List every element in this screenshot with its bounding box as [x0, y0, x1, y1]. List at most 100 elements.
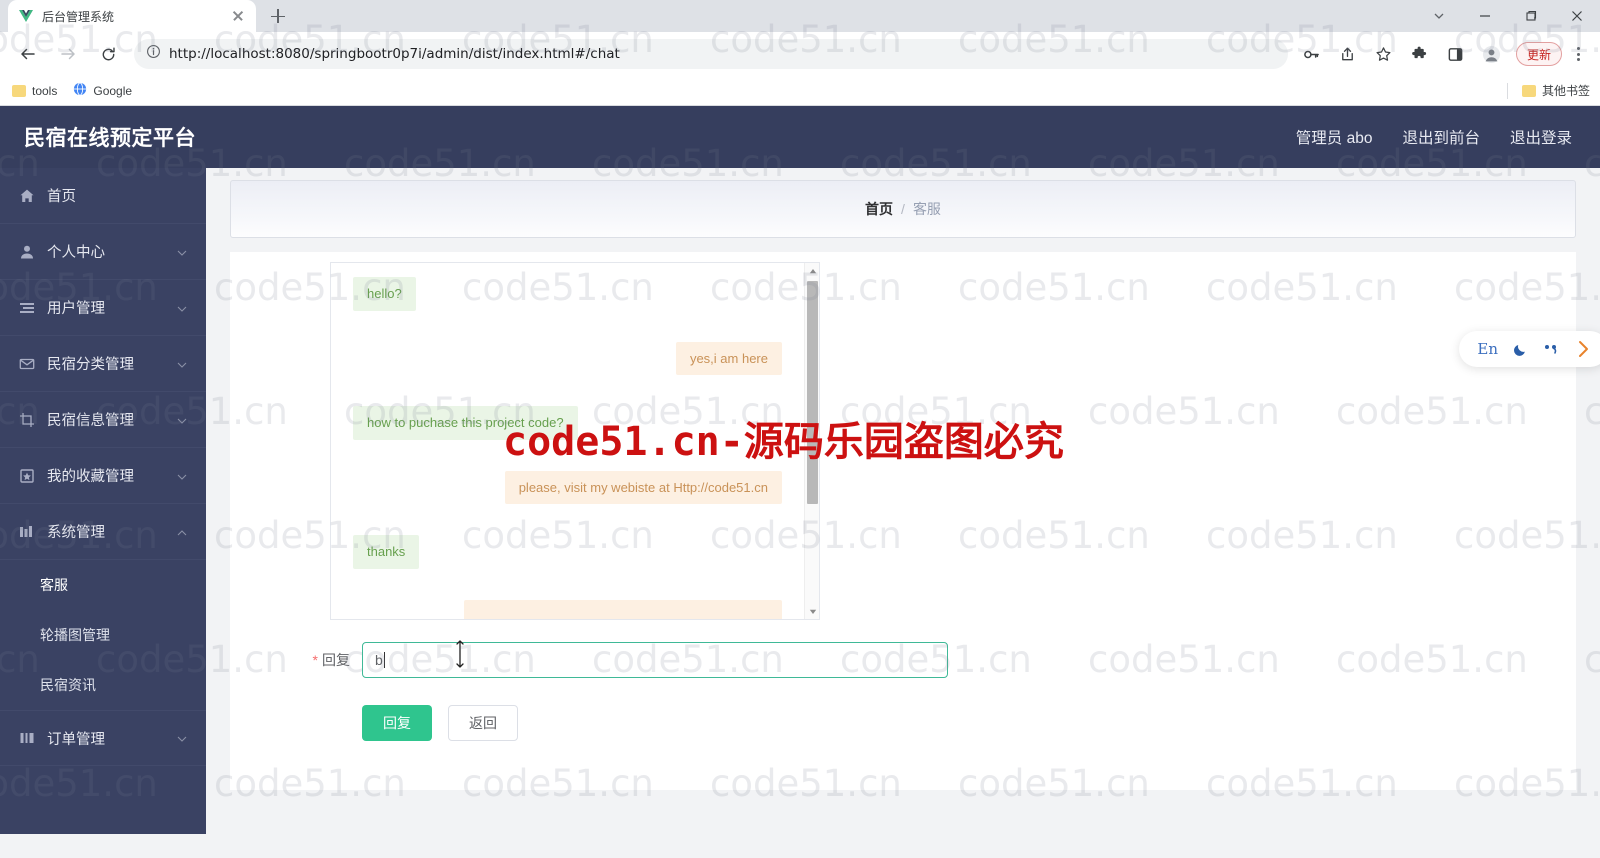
browser-menu-icon[interactable] [1564, 39, 1592, 69]
chevron-right-icon[interactable] [1575, 339, 1592, 359]
chevron-down-icon [176, 246, 188, 258]
chevron-down-icon[interactable] [1416, 0, 1462, 32]
moon-icon[interactable] [1512, 341, 1529, 358]
update-button[interactable]: 更新 [1515, 42, 1562, 66]
sidebar-item-label: 我的收藏管理 [47, 469, 134, 485]
sidebar-subitem-carousel[interactable]: 轮播图管理 [0, 610, 206, 660]
sidebar: 首页 个人中心 用户管理 民宿分类管理 民宿信息管理 我的收藏管理 系统管理 客… [0, 168, 206, 834]
sidebar-item-label: 民宿信息管理 [47, 413, 134, 429]
key-icon[interactable] [1297, 39, 1327, 69]
side-panel-icon[interactable] [1441, 39, 1471, 69]
app-topnav: 管理员 abo 退出到前台 退出登录 [1296, 126, 1572, 148]
chat-bubble-right [464, 599, 782, 619]
submit-reply-button[interactable]: 回复 [362, 705, 432, 741]
reply-label: * 回复 [280, 642, 362, 678]
content-area: 首页 / 客服 hello? yes,i am here how to puch… [206, 168, 1600, 834]
extensions-icon[interactable] [1405, 39, 1435, 69]
chat-message: thanks [331, 535, 804, 569]
chat-message [331, 599, 804, 619]
back-icon[interactable] [12, 38, 44, 70]
app-brand: 民宿在线预定平台 [24, 127, 196, 150]
profile-icon[interactable] [1477, 39, 1507, 69]
chat-panel: hello? yes,i am here how to puchase this… [230, 252, 1576, 790]
reply-input[interactable]: b [362, 639, 948, 678]
sidebar-item-order-management[interactable]: 订单管理 [0, 710, 206, 766]
sidebar-item-label: 首页 [47, 189, 76, 205]
grid-icon [18, 523, 35, 540]
maximize-icon[interactable] [1508, 0, 1554, 32]
sidebar-item-user-management[interactable]: 用户管理 [0, 280, 206, 336]
sidebar-item-label: 个人中心 [47, 245, 105, 261]
close-icon[interactable] [230, 8, 246, 24]
chevron-down-icon [176, 302, 188, 314]
list-icon [18, 299, 35, 316]
chevron-down-icon [176, 732, 188, 744]
other-bookmarks[interactable]: 其他书签 [1506, 82, 1590, 99]
star-box-icon [18, 467, 35, 484]
chat-bubble-right: yes,i am here [675, 341, 782, 376]
scroll-up-icon[interactable] [805, 263, 819, 278]
home-icon [18, 187, 35, 204]
new-tab-button[interactable] [264, 2, 292, 30]
breadcrumb-current[interactable]: 首页 [865, 199, 893, 219]
chat-bubble-left: hello? [353, 277, 416, 311]
scroll-down-icon[interactable] [805, 604, 819, 619]
breadcrumb-separator: / [901, 201, 905, 217]
sidebar-item-homestay-category[interactable]: 民宿分类管理 [0, 336, 206, 392]
topnav-admin-user[interactable]: 管理员 abo [1296, 126, 1373, 148]
chevron-down-icon [176, 470, 188, 482]
chat-message: please, visit my webiste at Http://code5… [331, 470, 804, 505]
back-button[interactable]: 返回 [448, 705, 518, 741]
sidebar-subitem-homestay-news[interactable]: 民宿资讯 [0, 660, 206, 710]
star-icon[interactable] [1369, 39, 1399, 69]
text-cursor-icon [453, 639, 467, 669]
topnav-exit-to-front[interactable]: 退出到前台 [1402, 126, 1480, 148]
window-controls [1416, 0, 1600, 32]
sidebar-item-my-favorites[interactable]: 我的收藏管理 [0, 448, 206, 504]
mail-icon [18, 355, 35, 372]
bookmark-label: tools [32, 83, 58, 98]
chat-message: yes,i am here [331, 341, 804, 376]
chart-icon [18, 730, 35, 747]
sidebar-subitem-customer-service[interactable]: 客服 [0, 560, 206, 610]
minimize-icon[interactable] [1462, 0, 1508, 32]
sidebar-item-system-management[interactable]: 系统管理 [0, 504, 206, 560]
bookmarks-bar: tools Google 其他书签 [0, 76, 1600, 106]
quote-icon[interactable] [1543, 342, 1561, 356]
address-bar[interactable]: http://localhost:8080/springbootr0p7i/ad… [134, 39, 1288, 69]
browser-navbar: http://localhost:8080/springbootr0p7i/ad… [0, 32, 1600, 76]
forward-icon [52, 38, 84, 70]
sidebar-item-label: 系统管理 [47, 525, 105, 541]
chevron-up-icon [176, 526, 188, 538]
chevron-down-icon [176, 358, 188, 370]
share-icon[interactable] [1333, 39, 1363, 69]
browser-tabstrip: 后台管理系统 [0, 0, 1600, 32]
info-icon[interactable] [146, 44, 161, 64]
bookmark-label: Google [93, 83, 133, 98]
breadcrumb: 首页 / 客服 [230, 180, 1576, 238]
chat-bubble-right: please, visit my webiste at Http://code5… [504, 470, 782, 505]
scrollbar-thumb[interactable] [807, 281, 818, 504]
reload-icon[interactable] [92, 38, 124, 70]
browser-tab[interactable]: 后台管理系统 [8, 0, 256, 32]
crop-icon [18, 411, 35, 428]
breadcrumb-sub: 客服 [912, 201, 941, 217]
address-bar-url: http://localhost:8080/springbootr0p7i/ad… [169, 46, 620, 62]
bookmark-item[interactable]: Google [73, 82, 132, 99]
bookmark-item[interactable]: tools [12, 84, 57, 98]
globe-icon [73, 82, 87, 99]
floating-language-widget[interactable]: En [1459, 331, 1600, 367]
folder-icon [1521, 84, 1536, 97]
browser-tab-title: 后台管理系统 [42, 9, 115, 24]
chat-bubble-left: thanks [353, 535, 420, 569]
other-bookmarks-label: 其他书签 [1541, 84, 1590, 98]
sidebar-item-homestay-info[interactable]: 民宿信息管理 [0, 392, 206, 448]
sidebar-item-home[interactable]: 首页 [0, 168, 206, 224]
reply-input-value: b [375, 652, 383, 668]
close-window-icon[interactable] [1554, 0, 1600, 32]
topnav-logout[interactable]: 退出登录 [1510, 126, 1572, 148]
sidebar-item-personal-center[interactable]: 个人中心 [0, 224, 206, 280]
language-label[interactable]: En [1477, 340, 1498, 358]
vue-logo-icon [18, 8, 34, 24]
sidebar-item-label: 订单管理 [47, 731, 105, 748]
